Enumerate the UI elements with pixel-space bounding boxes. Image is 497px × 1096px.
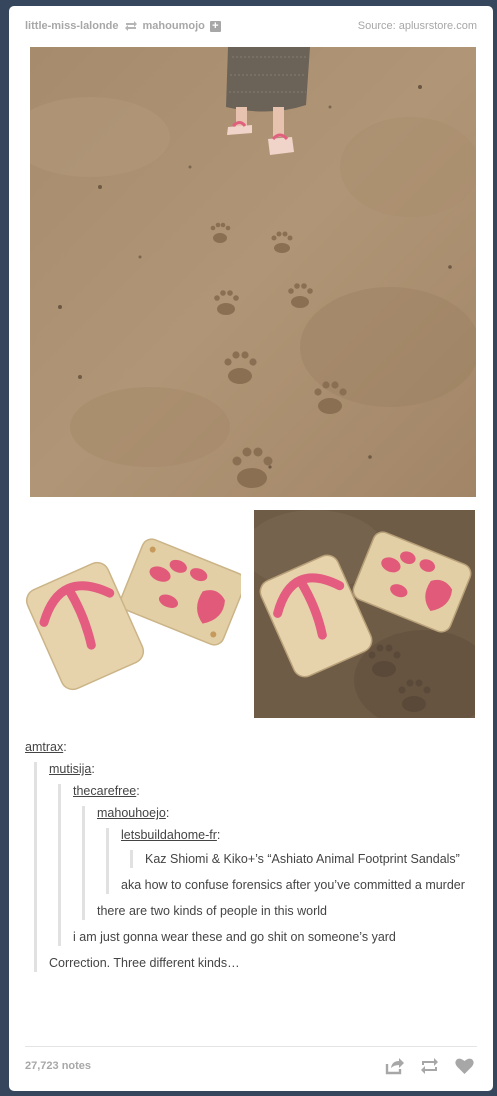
source-attribution[interactable]: Source: aplusrstore.com xyxy=(358,20,477,32)
sandals-white-image xyxy=(23,510,241,718)
photo-sand-footprints[interactable] xyxy=(30,47,476,497)
comment-mahouhoejo: there are two kinds of people in this wo… xyxy=(97,904,327,918)
thread-user-mutisija: mutisija: xyxy=(49,762,95,776)
quote-level-2: thecarefree: mahouhoejo: letsbuildahome-… xyxy=(58,784,477,946)
post-card: little-miss-lalonde mahoumojo + Source: … xyxy=(9,6,493,1091)
sandals-sand-image xyxy=(254,510,475,718)
source-label: Source: xyxy=(357,20,396,32)
post-attribution: little-miss-lalonde mahoumojo + xyxy=(25,20,221,32)
sand-footprints-image xyxy=(30,47,476,497)
share-icon[interactable] xyxy=(384,1056,405,1076)
notes-count[interactable]: 27,723 notes xyxy=(25,1060,91,1072)
reblog-icon[interactable] xyxy=(419,1056,440,1076)
comment-mutisija: Correction. Three different kinds… xyxy=(49,956,240,970)
follow-plus-icon[interactable]: + xyxy=(209,20,221,32)
footer-divider xyxy=(25,1046,477,1047)
quote-level-4: letsbuildahome-fr: Kaz Shiomi & Kiko+’s … xyxy=(106,828,477,894)
user-link-mahouhoejo[interactable]: mahouhoejo xyxy=(97,806,166,820)
user-link-letsbuildahome-fr[interactable]: letsbuildahome-fr xyxy=(121,828,217,842)
comment-thecarefree: i am just gonna wear these and go shit o… xyxy=(73,930,396,944)
original-caption-text: Kaz Shiomi & Kiko+’s “Ashiato Animal Foo… xyxy=(145,852,460,866)
reblog-arrow-icon xyxy=(124,21,137,31)
post-actions xyxy=(384,1056,475,1076)
thread-user-thecarefree: thecarefree: xyxy=(73,784,140,798)
quote-level-3: mahouhoejo: letsbuildahome-fr: Kaz Shiom… xyxy=(82,806,477,920)
source-link[interactable]: aplusrstore.com xyxy=(399,20,477,32)
user-link-amtrax[interactable]: amtrax xyxy=(25,740,63,754)
user-link-mutisija[interactable]: mutisija xyxy=(49,762,91,776)
post-header: little-miss-lalonde mahoumojo + Source: … xyxy=(25,20,477,38)
poster-link[interactable]: little-miss-lalonde xyxy=(25,20,119,32)
user-link-thecarefree[interactable]: thecarefree xyxy=(73,784,136,798)
thread-user-mahouhoejo: mahouhoejo: xyxy=(97,806,170,820)
comment-letsbuildahome-fr: aka how to confuse forensics after you’v… xyxy=(121,878,465,892)
photo-sandals-white-bg[interactable] xyxy=(23,510,241,718)
photo-sandals-on-sand[interactable] xyxy=(254,510,475,718)
reblog-thread: amtrax: mutisija: thecarefree: mahouhoej… xyxy=(25,740,477,980)
reblogged-from-link[interactable]: mahoumojo xyxy=(143,20,205,32)
quote-level-5: Kaz Shiomi & Kiko+’s “Ashiato Animal Foo… xyxy=(130,850,477,868)
quote-level-1: mutisija: thecarefree: mahouhoejo: letsb… xyxy=(34,762,477,972)
thread-user-amtrax: amtrax: xyxy=(25,740,67,754)
heart-icon[interactable] xyxy=(454,1056,475,1076)
thread-user-letsbuildahome-fr: letsbuildahome-fr: xyxy=(121,828,221,842)
